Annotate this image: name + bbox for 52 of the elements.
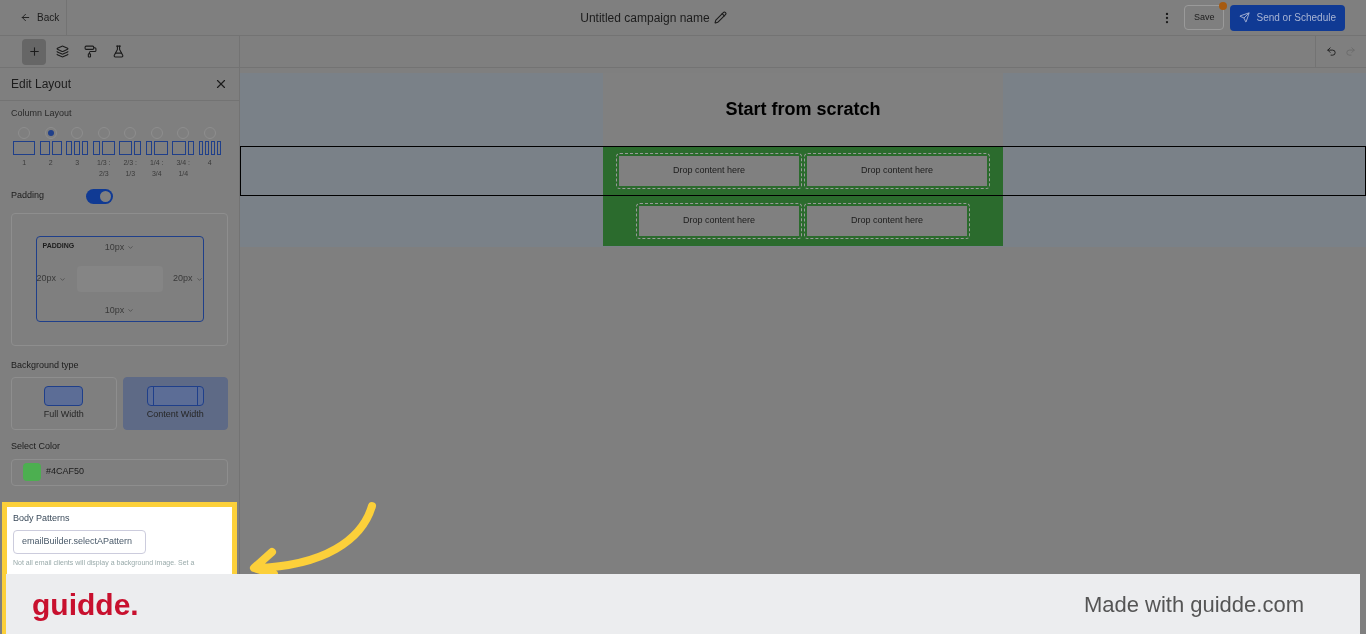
content-width-icon xyxy=(146,385,204,406)
close-icon[interactable] xyxy=(214,77,228,91)
toggle-switch[interactable] xyxy=(86,188,114,204)
pattern-select[interactable]: emailBuilder.selectAPattern xyxy=(13,530,146,554)
column-layout-icon xyxy=(92,140,115,155)
undo-icon[interactable] xyxy=(1326,46,1337,57)
drop-zone[interactable]: Drop content here xyxy=(807,156,987,186)
campaign-title: Untitled campaign name xyxy=(580,9,710,27)
guidde-logo: guidde. xyxy=(32,586,139,623)
padding-top-select[interactable]: 10px xyxy=(104,241,135,255)
section-label: Column Layout xyxy=(11,107,73,120)
email-row[interactable]: Drop content here Drop content here xyxy=(240,146,1366,196)
chevron-down-icon xyxy=(59,275,67,283)
background-type-option[interactable]: Full Width xyxy=(11,377,117,430)
drop-zone[interactable]: Drop content here xyxy=(619,156,799,186)
column-layout-icon xyxy=(66,140,89,155)
paint-roller-icon xyxy=(83,45,97,58)
section-label: Body Patterns xyxy=(13,511,71,525)
email-heading: Start from scratch xyxy=(725,98,881,121)
column-layout-icon xyxy=(172,140,195,155)
panel-title: Edit Layout xyxy=(11,76,72,93)
plus-tool[interactable] xyxy=(22,38,46,65)
column-layout-icon xyxy=(198,140,221,155)
plus-icon xyxy=(27,45,41,58)
background-type-option[interactable]: Content Width xyxy=(122,377,228,430)
pencil-icon[interactable] xyxy=(713,11,727,24)
drop-zone[interactable]: Drop content here xyxy=(639,206,799,236)
layers-icon xyxy=(55,45,69,58)
color-field[interactable]: #4CAF50 xyxy=(11,458,228,486)
section-label: Padding xyxy=(11,189,45,203)
chevron-down-icon xyxy=(127,306,135,314)
column-layout-icon xyxy=(39,140,62,155)
padding-bottom-select[interactable]: 10px xyxy=(104,303,135,317)
column-layout-icon xyxy=(119,140,142,155)
email-row[interactable]: Drop content here Drop content here xyxy=(240,196,1366,246)
padding-left-select[interactable]: 20px xyxy=(36,272,67,286)
chevron-down-icon xyxy=(127,244,135,252)
back-button[interactable]: Back xyxy=(20,10,60,25)
padding-right-select[interactable]: 20px xyxy=(172,272,203,286)
flask-icon xyxy=(111,45,125,58)
chevron-down-icon xyxy=(195,275,203,283)
send-button[interactable]: Send or Schedule xyxy=(1230,4,1345,31)
drop-zone[interactable]: Drop content here xyxy=(807,206,967,236)
section-label: Background type xyxy=(11,358,80,372)
full-width-icon xyxy=(44,385,84,406)
column-layout-icon xyxy=(13,140,36,155)
column-layout-icon xyxy=(145,140,168,155)
arrow-left-icon xyxy=(20,12,31,23)
footer-credit: Made with guidde.com xyxy=(1083,590,1305,619)
send-icon xyxy=(1239,12,1251,23)
section-label: Select Color xyxy=(11,440,62,453)
save-button[interactable]: Save xyxy=(1183,5,1225,30)
